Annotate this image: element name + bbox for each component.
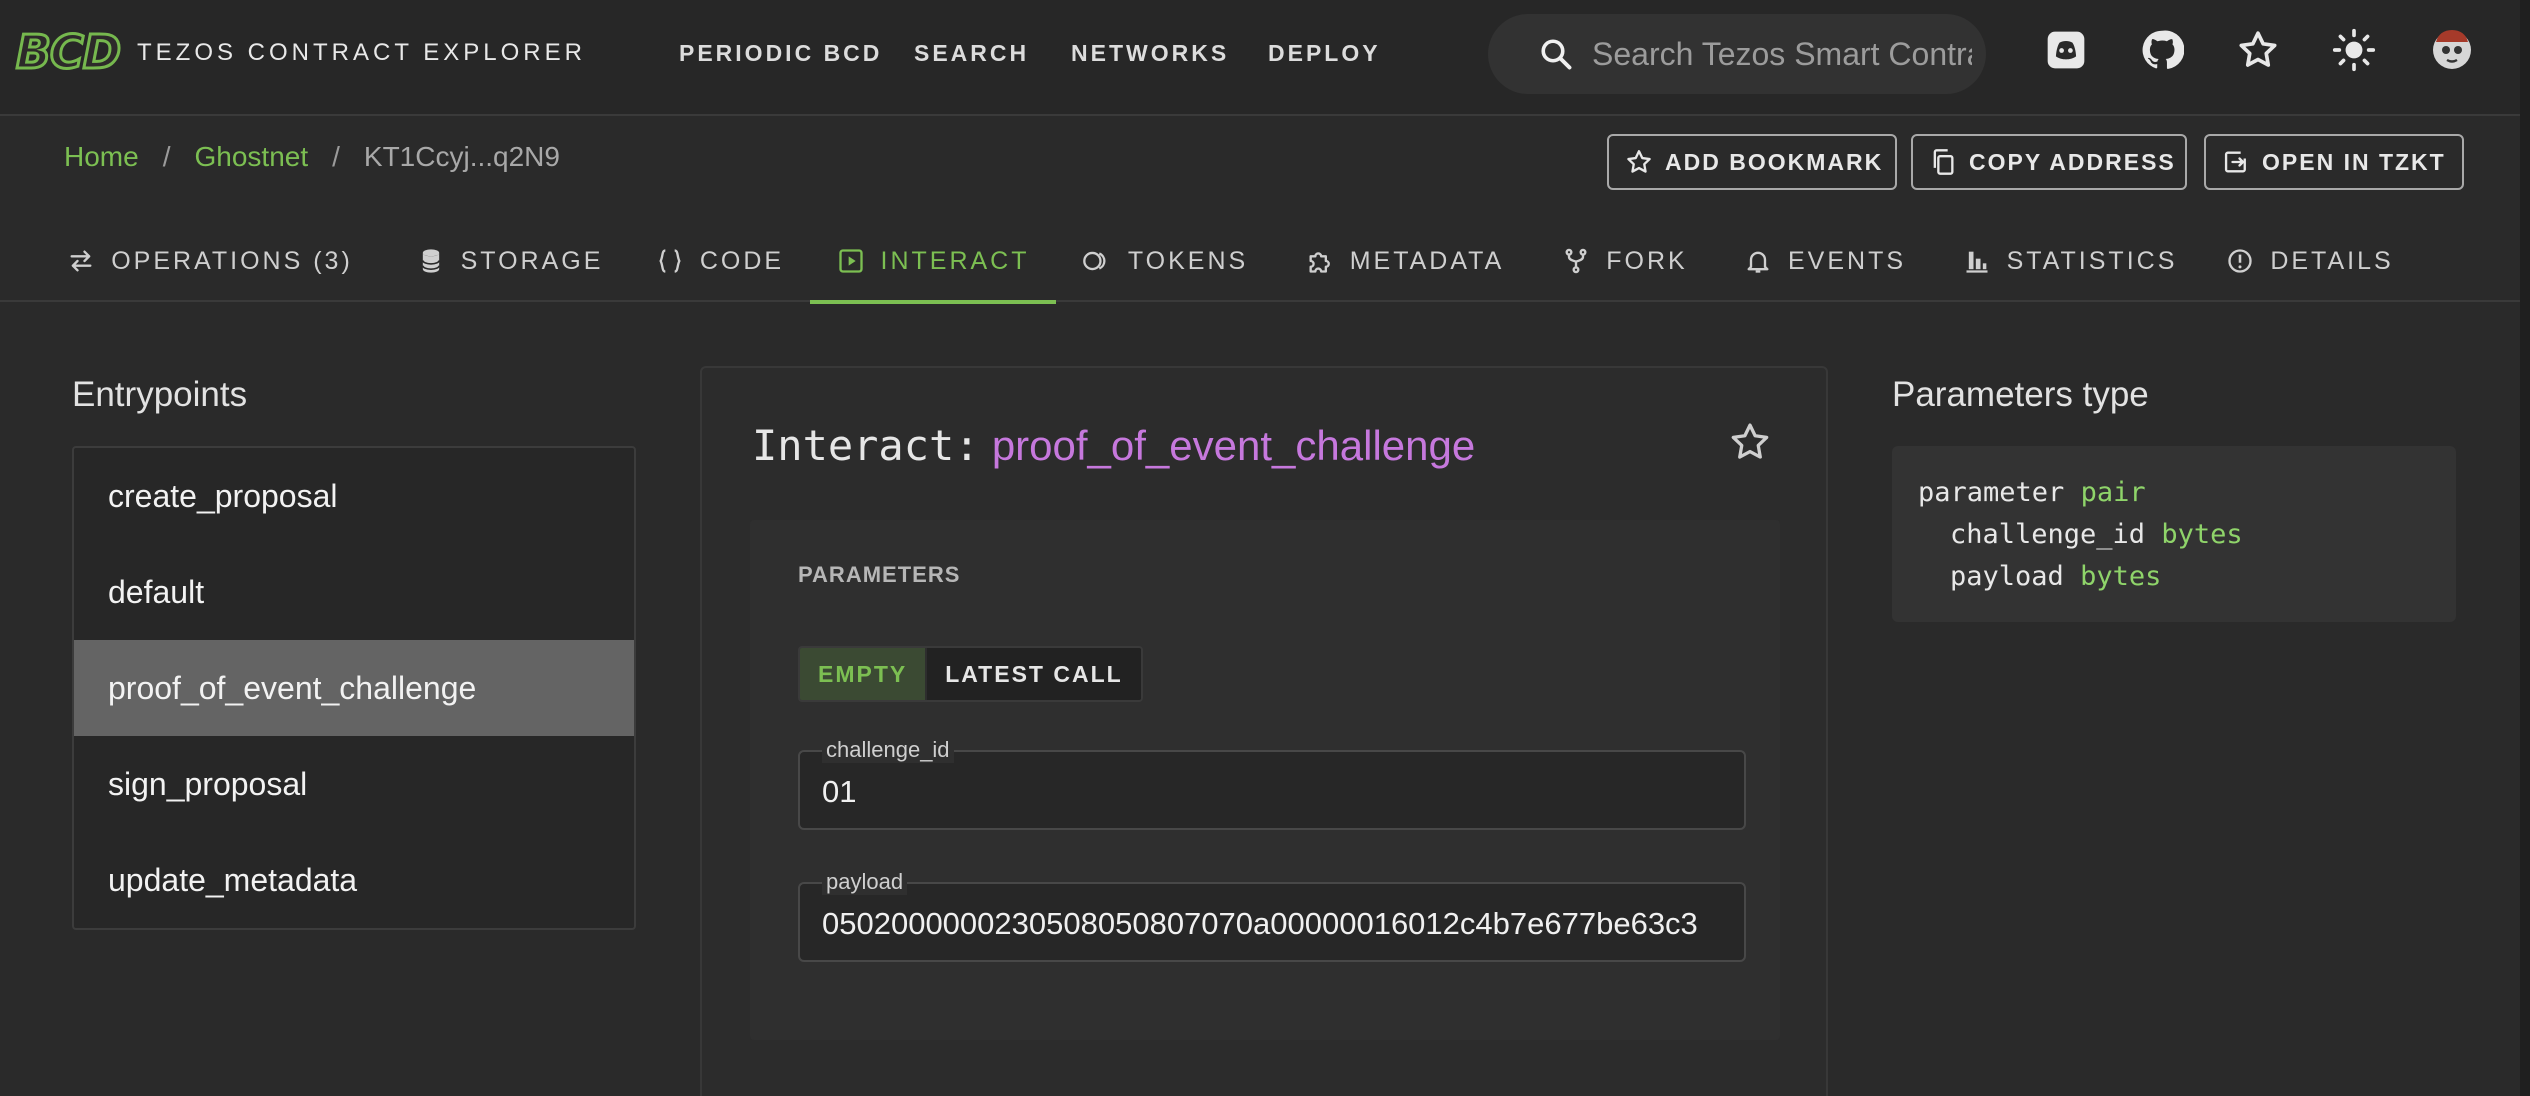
code-line: challenge_id bytes (1918, 514, 2430, 556)
search-input[interactable] (1592, 32, 1972, 76)
copy-address-label: COPY ADDRESS (1969, 148, 2176, 175)
parameters-type-code: parameter pair challenge_id bytes payloa… (1892, 446, 2456, 622)
theme-toggle-icon[interactable] (2332, 28, 2380, 76)
code-line: payload bytes (1918, 556, 2430, 598)
tab-label: OPERATIONS (3) (111, 246, 353, 275)
tab-label: TOKENS (1127, 246, 1249, 275)
parameters-panel: PARAMETERS EMPTY LATEST CALL challenge_i… (750, 520, 1780, 1040)
discord-icon[interactable] (2044, 28, 2092, 76)
entrypoint-item[interactable]: default (74, 544, 634, 640)
copy-icon (1929, 148, 1957, 176)
entrypoint-item[interactable]: sign_proposal (74, 736, 634, 832)
parameters-type-title: Parameters type (1892, 375, 2149, 414)
open-in-tzkt-label: OPEN IN TZKT (2262, 148, 2446, 175)
braces-icon (656, 247, 684, 275)
payload-label: payload (822, 869, 908, 895)
open-external-icon (2222, 148, 2250, 176)
code-field-name: challenge_id (1950, 519, 2146, 550)
tab-interact[interactable]: INTERACT (810, 220, 1056, 304)
favorite-star-icon[interactable] (1728, 420, 1772, 464)
entrypoint-item[interactable]: update_metadata (74, 832, 634, 928)
bcd-logo[interactable]: BCD (14, 24, 122, 81)
interact-title: Interact: proof_of_event_challenge (752, 420, 1475, 472)
github-icon[interactable] (2140, 28, 2188, 76)
nav-periodic-bcd[interactable]: PERIODIC BCD (679, 38, 882, 68)
code-type: bytes (2080, 561, 2162, 592)
entrypoints-title: Entrypoints (72, 375, 248, 414)
coins-icon (1082, 247, 1112, 275)
entrypoint-list: create_proposal default proof_of_event_c… (72, 446, 636, 930)
tab-operations[interactable]: OPERATIONS (3) (60, 220, 360, 302)
code-type: pair (2080, 477, 2146, 508)
payload-field[interactable]: payload (798, 869, 1746, 962)
search-icon (1538, 36, 1574, 72)
database-icon (417, 247, 445, 275)
nav-deploy[interactable]: DEPLOY (1268, 38, 1381, 68)
interact-card: Interact: proof_of_event_challenge PARAM… (700, 366, 1828, 1096)
search-box[interactable] (1488, 14, 1986, 94)
app-title[interactable]: TEZOS CONTRACT EXPLORER (137, 38, 586, 68)
challenge-id-label: challenge_id (822, 737, 954, 763)
breadcrumb-home[interactable]: Home (64, 140, 139, 174)
add-bookmark-label: ADD BOOKMARK (1665, 148, 1884, 175)
tab-fork[interactable]: FORK (1560, 220, 1690, 302)
code-type: bytes (2161, 519, 2243, 550)
breadcrumb-contract-address: KT1Ccyj...q2N9 (363, 141, 560, 172)
tab-storage[interactable]: STORAGE (410, 220, 610, 302)
empty-toggle-button[interactable]: EMPTY (800, 648, 928, 700)
entrypoint-item[interactable]: create_proposal (74, 448, 634, 544)
breadcrumb-separator: / (332, 141, 340, 172)
puzzle-icon (1306, 247, 1334, 275)
swap-icon (67, 247, 95, 275)
tab-tokens[interactable]: TOKENS (1080, 220, 1250, 302)
fork-icon (1562, 247, 1590, 275)
contract-tabs: OPERATIONS (3) STORAGE CODE INTERACT TOK… (0, 220, 2530, 304)
fill-mode-toggle: EMPTY LATEST CALL (798, 646, 1143, 702)
tab-statistics[interactable]: STATISTICS (1960, 220, 2180, 302)
tab-label: FORK (1606, 246, 1688, 275)
tab-code[interactable]: CODE (650, 220, 790, 302)
code-keyword: parameter (1918, 477, 2065, 508)
latest-call-toggle-button[interactable]: LATEST CALL (927, 648, 1141, 700)
payload-input[interactable] (822, 902, 1722, 946)
breadcrumb-network[interactable]: Ghostnet (194, 140, 308, 174)
tab-label: DETAILS (2270, 246, 2394, 275)
tab-label: STORAGE (460, 246, 604, 275)
interact-prefix: Interact: (752, 421, 980, 470)
challenge-id-input[interactable] (822, 770, 1722, 814)
breadcrumb: Home / Ghostnet / KT1Ccyj...q2N9 (64, 140, 560, 174)
tab-label: INTERACT (880, 246, 1030, 275)
code-line: parameter pair (1918, 472, 2430, 514)
challenge-id-field[interactable]: challenge_id (798, 737, 1746, 830)
user-avatar[interactable] (2428, 24, 2476, 72)
copy-address-button[interactable]: COPY ADDRESS (1911, 134, 2187, 190)
parameters-heading: PARAMETERS (798, 562, 961, 587)
star-outline-icon (1625, 148, 1653, 176)
entrypoint-item-selected[interactable]: proof_of_event_challenge (74, 640, 634, 736)
nav-search[interactable]: SEARCH (914, 38, 1029, 68)
star-icon[interactable] (2236, 28, 2284, 76)
tab-events[interactable]: EVENTS (1740, 220, 1910, 302)
open-in-tzkt-button[interactable]: OPEN IN TZKT (2204, 134, 2464, 190)
bell-icon (1744, 247, 1772, 275)
breadcrumb-separator: / (162, 141, 171, 172)
tab-label: EVENTS (1787, 246, 1907, 275)
app-bar: BCD TEZOS CONTRACT EXPLORER PERIODIC BCD… (0, 0, 2530, 116)
info-icon (2226, 247, 2254, 275)
tab-label: CODE (699, 246, 785, 275)
nav-networks[interactable]: NETWORKS (1071, 38, 1229, 68)
chart-icon (1963, 247, 1991, 275)
tab-label: METADATA (1349, 246, 1505, 275)
tab-metadata[interactable]: METADATA (1300, 220, 1510, 302)
page-scrollbar[interactable] (2520, 0, 2530, 1096)
tab-label: STATISTICS (2006, 246, 2178, 275)
play-box-icon (837, 247, 865, 275)
tab-details[interactable]: DETAILS (2220, 220, 2400, 302)
interact-entrypoint-name: proof_of_event_challenge (991, 422, 1476, 469)
code-field-name: payload (1950, 561, 2064, 592)
add-bookmark-button[interactable]: ADD BOOKMARK (1607, 134, 1897, 190)
